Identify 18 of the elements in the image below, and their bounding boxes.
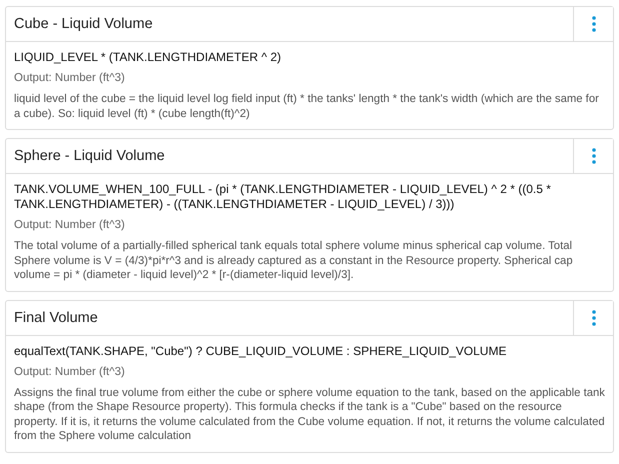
formula-expression: LIQUID_LEVEL * (TANK.LENGTHDIAMETER ^ 2) [14,50,282,65]
more-vertical-icon [592,310,596,326]
more-vertical-icon [592,16,596,32]
more-menu-button[interactable] [573,300,613,334]
output-type: Output: Number (ft^3) [14,71,126,86]
output-type: Output: Number (ft^3) [14,218,126,233]
formula-description: liquid level of the cube = the liquid level log field input (ft) * the tanks' length * the tank's width (which are the same for a cube). So: liquid level (ft) * (cube length(ft)^2) [14,92,600,121]
card-title: Cube - Liquid Volume [13,15,154,34]
more-menu-button[interactable] [573,139,613,173]
card-title: Final Volume [13,308,99,328]
more-vertical-icon [592,148,596,164]
card-title: Sphere - Liquid Volume [13,147,166,166]
output-type: Output: Number (ft^3) [14,364,126,380]
formula-description: The total volume of a partially-filled spherical tank equals total sphere volume minus spherical cap volume. Total Sphere volume is V = (4/3)*pi*r^3 and is already captured as a constant in the Resource property. Spherical cap volume = pi * (diameter - liquid level)^2 * [r-(diameter-liquid level)/3]. [14,239,574,282]
formula-expression: TANK.VOLUME_WHEN_100_FULL - (pi * (TANK.LENGTHDIAMETER - LIQUID_LEVEL) ^ 2 * ((0.5 * TANK.LENGTHDIAMETER) - ((TANK.LENGTHDIAMETER - LIQUID_LEVEL) / 3))) [14,182,552,212]
formula-expression: equalText(TANK.SHAPE, "Cube") ? CUBE_LIQUID_VOLUME : SPHERE_LIQUID_VOLUME [14,344,508,358]
formula-description: Assigns the final true volume from either the cube or sphere volume equation to the tank, based on the applicable tank shape (from the Shape Resource property). This formula checks if the tank is a "Cube" based on the resource property. If it is, it returns the volume calculated from the Cube volume equation. If not, it returns the volume calculated from the Sphere volume calculation [14,386,605,444]
more-menu-button[interactable] [573,7,613,41]
